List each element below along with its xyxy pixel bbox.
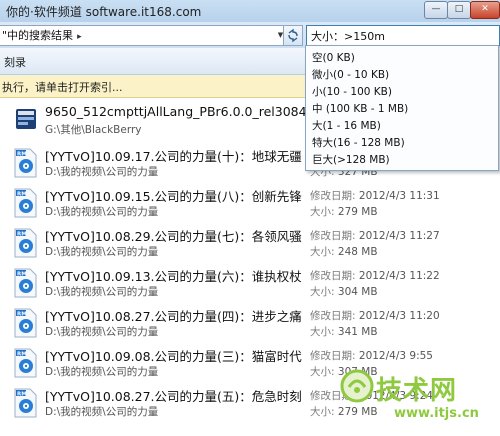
date-label: 修改日期: (310, 270, 356, 282)
svg-text:RM: RM (17, 231, 27, 237)
file-date: 修改日期: 2012/4/3 11:22 (310, 268, 440, 283)
window-titlebar: 你的·软件频道 software.it168.com — □ ✕ (0, 0, 500, 22)
rm-video-file-icon: RM (14, 188, 38, 218)
file-path: D:\我的视频\公司的力量 (45, 206, 159, 218)
rm-video-file-icon: RM (14, 148, 38, 178)
file-name: [YYTvO]10.08.29.公司的力量(七)：各领风骚 (45, 229, 302, 244)
size-option-small[interactable]: 小(10 - 100 KB) (312, 84, 392, 99)
list-item[interactable]: RM [YYTvO]10.08.27.公司的力量(四)：进步之痛 D:\我的视频… (0, 304, 500, 344)
file-size: 大小: 279 MB (310, 204, 378, 219)
size-value: 279 MB (337, 206, 378, 218)
size-filter-dropdown: 空(0 KB) 微小(0 - 10 KB) 小(10 - 100 KB) 中 (… (305, 45, 499, 171)
file-name: 9650_512cmpttjAllLang_PBr6.0.0_rel3084..… (45, 104, 319, 119)
rm-video-file-icon: RM (14, 268, 38, 298)
watermark-brand: 技术网 (376, 376, 458, 406)
file-path: D:\我的视频\公司的力量 (45, 326, 159, 338)
maximize-button[interactable]: □ (447, 1, 471, 19)
file-name: [YYTvO]10.09.17.公司的力量(十)：地球无疆 (45, 149, 302, 164)
svg-text:RM: RM (17, 191, 27, 197)
file-date: 修改日期: 2012/4/3 11:20 (310, 308, 440, 323)
date-value: 2012/4/3 11:22 (358, 270, 440, 282)
size-option-huge[interactable]: 特大(16 - 128 MB) (312, 135, 405, 150)
date-label: 修改日期: (310, 350, 356, 362)
watermark-url: www.itjs.cn (394, 406, 479, 421)
size-value: 248 MB (337, 246, 378, 258)
size-value: 279 MB (337, 406, 378, 418)
date-value: 2012/4/3 11:20 (358, 310, 440, 322)
size-value: 341 MB (337, 326, 378, 338)
file-date: 修改日期: 2012/4/3 11:27 (310, 228, 440, 243)
date-value: 2012/4/3 11:31 (358, 190, 440, 202)
file-path: G:\其他\BlackBerry (45, 124, 142, 136)
list-item[interactable]: RM [YYTvO]10.09.15.公司的力量(八)：创新先锋 D:\我的视频… (0, 184, 500, 224)
file-date: 修改日期: 2012/4/3 11:31 (310, 188, 440, 203)
size-label: 大小: (310, 326, 335, 338)
refresh-button[interactable] (283, 25, 303, 46)
file-name: [YYTvO]10.09.15.公司的力量(八)：创新先锋 (45, 189, 302, 204)
size-option-gigantic[interactable]: 巨大(>128 MB) (312, 152, 390, 167)
size-value: 304 MB (337, 286, 378, 298)
file-name: [YYTvO]10.08.27.公司的力量(四)：进步之痛 (45, 309, 302, 324)
size-option-tiny[interactable]: 微小(0 - 10 KB) (312, 67, 389, 82)
file-name: [YYTvO]10.09.13.公司的力量(六)：谁执权杖 (45, 269, 302, 284)
breadcrumb-separator-icon[interactable]: ▸ (73, 32, 82, 42)
blackberry-package-icon (14, 106, 38, 136)
list-item[interactable]: RM [YYTvO]10.09.13.公司的力量(六)：谁执权杖 D:\我的视频… (0, 264, 500, 304)
svg-text:RM: RM (17, 391, 27, 397)
date-label: 修改日期: (310, 310, 356, 322)
address-bar[interactable]: "中的搜索结果 ▸ (0, 25, 277, 46)
size-label: 大小: (310, 206, 335, 218)
file-name: [YYTvO]10.08.27.公司的力量(五)：危急时刻 (45, 389, 302, 404)
file-date: 修改日期: 2012/4/3 9:55 (310, 348, 433, 363)
infobar-text: 执行，请单击打开索引... (2, 81, 123, 94)
rm-video-file-icon: RM (14, 348, 38, 378)
watermark-top: 你的·软件频道 software.it168.com (6, 5, 202, 19)
svg-text:RM: RM (17, 151, 27, 157)
file-path: D:\我的视频\公司的力量 (45, 246, 159, 258)
refresh-icon (288, 28, 298, 43)
index-infobar[interactable]: 执行，请单击打开索引... (0, 75, 306, 98)
size-label: 大小: (310, 246, 335, 258)
date-value: 2012/4/3 11:27 (358, 230, 440, 242)
file-size: 大小: 279 MB (310, 404, 378, 419)
watermark-logo-icon (340, 369, 374, 403)
date-label: 修改日期: (310, 230, 356, 242)
size-label: 大小: (310, 286, 335, 298)
svg-text:RM: RM (17, 311, 27, 317)
file-name: [YYTvO]10.09.08.公司的力量(三)：猫富时代 (45, 349, 302, 364)
rm-video-file-icon: RM (14, 388, 38, 418)
date-label: 修改日期: (310, 190, 356, 202)
svg-text:RM: RM (17, 271, 27, 277)
size-label: 大小: (310, 366, 335, 378)
command-toolbar: 刻录 (0, 48, 306, 75)
file-size: 大小: 304 MB (310, 284, 378, 299)
rm-video-file-icon: RM (14, 308, 38, 338)
size-label: 大小: (310, 406, 335, 418)
file-path: D:\我的视频\公司的力量 (45, 286, 159, 298)
search-input[interactable] (307, 26, 491, 45)
date-value: 2012/4/3 9:55 (358, 350, 433, 362)
address-text: "中的搜索结果 (2, 29, 74, 42)
size-option-medium[interactable]: 中 (100 KB - 1 MB) (312, 101, 408, 116)
close-button[interactable]: ✕ (470, 1, 500, 19)
file-path: D:\我的视频\公司的力量 (45, 366, 159, 378)
file-path: D:\我的视频\公司的力量 (45, 166, 159, 178)
file-size: 大小: 341 MB (310, 324, 378, 339)
svg-text:RM: RM (17, 351, 27, 357)
minimize-button[interactable]: — (424, 1, 448, 19)
file-size: 大小: 248 MB (310, 244, 378, 259)
burn-button[interactable]: 刻录 (4, 54, 26, 70)
list-item[interactable]: RM [YYTvO]10.08.29.公司的力量(七)：各领风骚 D:\我的视频… (0, 224, 500, 264)
rm-video-file-icon: RM (14, 228, 38, 258)
size-option-large[interactable]: 大(1 - 16 MB) (312, 118, 381, 133)
search-box[interactable] (306, 25, 500, 46)
file-path: D:\我的视频\公司的力量 (45, 406, 159, 418)
size-option-empty[interactable]: 空(0 KB) (312, 50, 355, 65)
